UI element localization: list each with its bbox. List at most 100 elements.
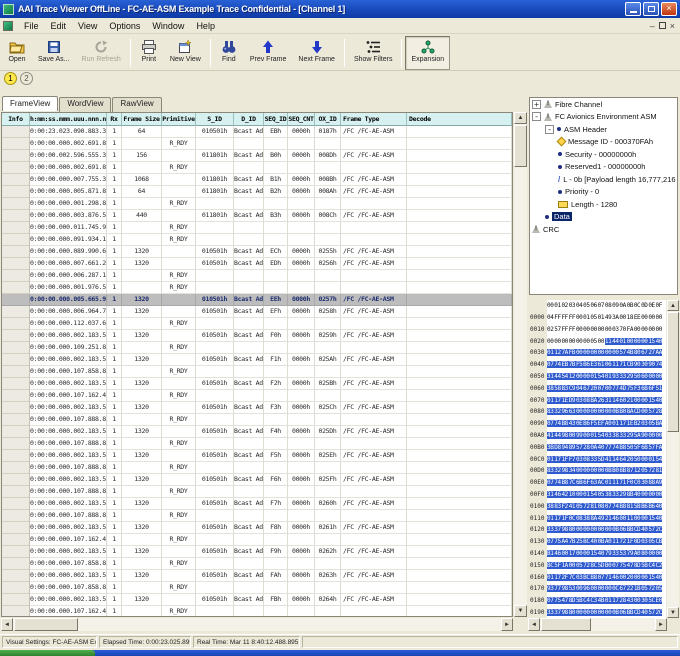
- hex-row[interactable]: 006038 58 B3 C9 04 67 20 07 00 77 4D 75 …: [528, 383, 680, 395]
- tree-item-data[interactable]: Data: [530, 211, 677, 224]
- menu-view[interactable]: View: [72, 20, 103, 32]
- column-header-h-mm-ss-mmm-uuu-nnn-n[interactable]: h:mm:ss.mmm.uuu.nnn.n: [30, 113, 107, 126]
- table-row-selected[interactable]: 0:00:00.000.005.665.911320010501hBcast A…: [2, 294, 512, 306]
- tab-frameview[interactable]: FrameView: [2, 96, 58, 111]
- table-row[interactable]: 0:00:00.000.006.964.711320010501hBcast A…: [2, 306, 512, 318]
- hex-row[interactable]: 008083 32 96 63 00 00 00 00 00 0B B0 8A …: [528, 406, 680, 418]
- restore-button[interactable]: [643, 2, 659, 16]
- table-row[interactable]: 0:00:00.000.002.183.511320010501hBcast A…: [2, 450, 512, 462]
- scroll-left-icon[interactable]: ◄: [1, 618, 13, 631]
- table-row[interactable]: 0:00:00.000.002.183.511320010501hBcast A…: [2, 546, 512, 558]
- column-header-seq-cnt[interactable]: SEQ_CNT: [288, 113, 315, 126]
- tree-item-label[interactable]: Message ID - 000370FAh: [568, 137, 653, 146]
- tree-item-label[interactable]: CRC: [543, 225, 559, 234]
- hex-row[interactable]: 0150BC 5F 1A 00 05 72 8C 5D B0 07 75 47 …: [528, 560, 680, 572]
- hex-bytes[interactable]: 01 17 2F 7C 03 BC B8 07 71 46 00 20 00 0…: [547, 572, 666, 584]
- table-row[interactable]: 0:00:00.000.002.183.511320010501hBcast A…: [2, 402, 512, 414]
- menu-edit[interactable]: Edit: [45, 20, 73, 32]
- table-row[interactable]: 0:00:00.000.107.858.81R_RDY: [2, 558, 512, 570]
- page-tab-1[interactable]: 1: [4, 72, 17, 85]
- column-header-decode[interactable]: Decode: [407, 113, 512, 126]
- title-bar[interactable]: AAI Trace Viewer OffLine - FC-AE-ASM Exa…: [0, 0, 680, 18]
- hex-vertical-scrollbar[interactable]: ▲ ▼: [667, 300, 679, 618]
- tree-item-priority[interactable]: Priority - 0: [530, 186, 677, 199]
- document-icon[interactable]: [3, 21, 13, 31]
- mdi-restore-button[interactable]: [659, 22, 666, 29]
- hex-bytes[interactable]: 31 44 54 12 00 00 01 54 01 93 33 29 50 6…: [547, 371, 666, 383]
- hex-row[interactable]: 019033 37 98 80 00 00 00 00 00 0B 06 BB …: [528, 607, 680, 619]
- hex-bytes[interactable]: 31 46 42 10 00 01 54 05 38 33 29 8B 40 0…: [547, 489, 666, 501]
- column-header-info[interactable]: Info: [2, 113, 30, 126]
- table-row[interactable]: 0:00:23.023.090.883.3164010501hBcast Add…: [2, 126, 512, 138]
- table-row[interactable]: 0:00:00.000.107.888.81R_RDY: [2, 462, 512, 474]
- collapse-icon[interactable]: -: [545, 125, 554, 134]
- table-row[interactable]: 0:00:00.000.001.298.81R_RDY: [2, 198, 512, 210]
- save-as-button[interactable]: Save As...: [32, 36, 76, 70]
- next-frame-button[interactable]: Next Frame: [292, 36, 341, 70]
- hex-horizontal-scrollbar[interactable]: ◄ ►: [528, 618, 667, 631]
- table-row[interactable]: 0:00:00.000.006.287.11R_RDY: [2, 270, 512, 282]
- table-vertical-scrollbar[interactable]: ▲ ▼: [514, 112, 527, 617]
- hex-row[interactable]: 00F031 46 42 10 00 01 54 05 38 33 29 8B …: [528, 489, 680, 501]
- scroll-right-icon[interactable]: ►: [501, 618, 513, 631]
- tree-item-label[interactable]: Length - 1280: [571, 200, 617, 209]
- hex-row[interactable]: 001002 57 FF FF 00 00 00 00 00 03 70 FA …: [528, 324, 680, 336]
- table-row[interactable]: 0:00:00.000.002.691.81R_RDY: [2, 162, 512, 174]
- table-row[interactable]: 0:00:00.000.002.183.511320010501hBcast A…: [2, 426, 512, 438]
- tree-item-reserved1[interactable]: Reserved1 - 00000000h: [530, 161, 677, 174]
- tree-item-label[interactable]: FC Avionics Environment ASM: [555, 112, 657, 121]
- table-row[interactable]: 0:00:00.000.002.183.511320010501hBcast A…: [2, 498, 512, 510]
- hex-row[interactable]: 002000 00 00 00 00 00 05 00 11 44 01 00 …: [528, 336, 680, 348]
- hex-row[interactable]: 00E007 74 B8 7C 6B 6F 63 AC 01 11 71 F0 …: [528, 477, 680, 489]
- mdi-close-button[interactable]: ×: [670, 21, 675, 31]
- tree-item-crc[interactable]: CRC: [530, 223, 677, 236]
- tree-item-label[interactable]: Priority - 0: [565, 187, 599, 196]
- column-header-s-id[interactable]: S_ID: [196, 113, 234, 126]
- tree-item-label[interactable]: Reserved1 - 00000000h: [565, 162, 645, 171]
- tree-item-label[interactable]: Data: [552, 212, 572, 221]
- tree-item-security[interactable]: Security - 00000000h: [530, 148, 677, 161]
- table-row[interactable]: 0:00:00.000.007.755.311068011801hBcast A…: [2, 174, 512, 186]
- hex-row[interactable]: 009007 74 B8 43 0E B6 F5 EF A0 01 17 1E …: [528, 418, 680, 430]
- table-row[interactable]: 0:00:00.000.005.871.8164011801hBcast Add…: [2, 186, 512, 198]
- table-row[interactable]: 0:00:00.000.002.183.511320010501hBcast A…: [2, 330, 512, 342]
- scroll-down-icon[interactable]: ▼: [514, 605, 527, 617]
- table-row[interactable]: 0:00:00.000.002.183.511320010501hBcast A…: [2, 570, 512, 582]
- hex-bytes[interactable]: 07 74 B8 7C 6B 6F 63 AC 01 11 71 F0 C0 3…: [547, 477, 666, 489]
- scroll-up-icon[interactable]: ▲: [514, 112, 527, 124]
- tree-item-label[interactable]: Security - 00000000h: [565, 150, 636, 159]
- new-view-button[interactable]: New View: [164, 36, 207, 70]
- hex-row[interactable]: 017093 77 98 53 00 96 00 00 00 0C 67 22 …: [528, 583, 680, 595]
- hex-bytes[interactable]: 07 75 47 8D 5B C4 C3 4B 01 17 28 43 00 3…: [547, 595, 666, 607]
- hex-bytes[interactable]: 00 00 00 00 00 00 05 00 11 44 01 00 00 0…: [547, 336, 666, 348]
- hex-bytes[interactable]: 01 17 1F 0C 08 38 8A 49 21 46 00 11 00 0…: [547, 513, 666, 525]
- hex-bytes[interactable]: 38 58 B3 C9 04 67 20 07 00 77 4D 75 F3 6…: [547, 383, 666, 395]
- collapse-icon[interactable]: -: [532, 112, 541, 121]
- hex-bytes[interactable]: 33 37 98 80 00 00 00 00 00 0B 06 BB CD 4…: [547, 524, 666, 536]
- table-row[interactable]: 0:00:00.000.002.183.511320010501hBcast A…: [2, 594, 512, 606]
- hex-bytes[interactable]: 07 74 B8 43 0E B6 F5 EF A0 01 17 1E B2 0…: [547, 418, 666, 430]
- hex-row[interactable]: 00B03B D8 94 89 57 28 0A 40 77 74 B8 50 …: [528, 442, 680, 454]
- tree-item-label[interactable]: Fibre Channel: [555, 100, 602, 109]
- hex-row[interactable]: 00D083 32 98 34 00 00 00 00 0B B0 8B 87 …: [528, 465, 680, 477]
- hex-bytes[interactable]: 01 17 1F F7 03 08 33 5D 41 14 64 20 50 0…: [547, 454, 666, 466]
- tab-wordview[interactable]: WordView: [59, 97, 111, 112]
- hex-row[interactable]: 018007 75 47 8D 5B C4 C3 4B 01 17 28 43 …: [528, 595, 680, 607]
- tree-item-fc[interactable]: - FC Avionics Environment ASM: [530, 111, 677, 124]
- table-row[interactable]: 0:00:00.000.109.251.81R_RDY: [2, 342, 512, 354]
- hex-bytes[interactable]: 83 32 96 63 00 00 00 00 00 0B B0 8A CD 0…: [547, 406, 666, 418]
- tree-item-length[interactable]: Length - 1280: [530, 198, 677, 211]
- scroll-thumb[interactable]: [14, 618, 78, 631]
- table-row[interactable]: 0:00:00.000.011.745.91R_RDY: [2, 222, 512, 234]
- tab-rawview[interactable]: RawView: [112, 97, 161, 112]
- scroll-right-icon[interactable]: ►: [655, 618, 667, 631]
- hex-bytes[interactable]: 07 74 EB 7B F5 B6 E3 61 06 11 71 CB 90 3…: [547, 359, 666, 371]
- scroll-thumb[interactable]: [667, 312, 679, 432]
- hex-row[interactable]: 000004 FF FF FF 00 01 05 01 49 3A 00 18 …: [528, 312, 680, 324]
- menu-file[interactable]: File: [18, 20, 45, 32]
- table-row[interactable]: 0:00:00.000.002.183.511320010501hBcast A…: [2, 474, 512, 486]
- hex-bytes[interactable]: 33 37 98 80 00 00 00 00 00 0B 06 BB CD 4…: [547, 607, 666, 619]
- hex-bytes[interactable]: 02 57 FF FF 00 00 00 00 00 03 70 FA 00 0…: [547, 324, 666, 336]
- hex-bytes[interactable]: 93 77 98 53 00 96 00 00 00 0C 67 22 1B 0…: [547, 583, 666, 595]
- column-header-d-id[interactable]: D_ID: [234, 113, 264, 126]
